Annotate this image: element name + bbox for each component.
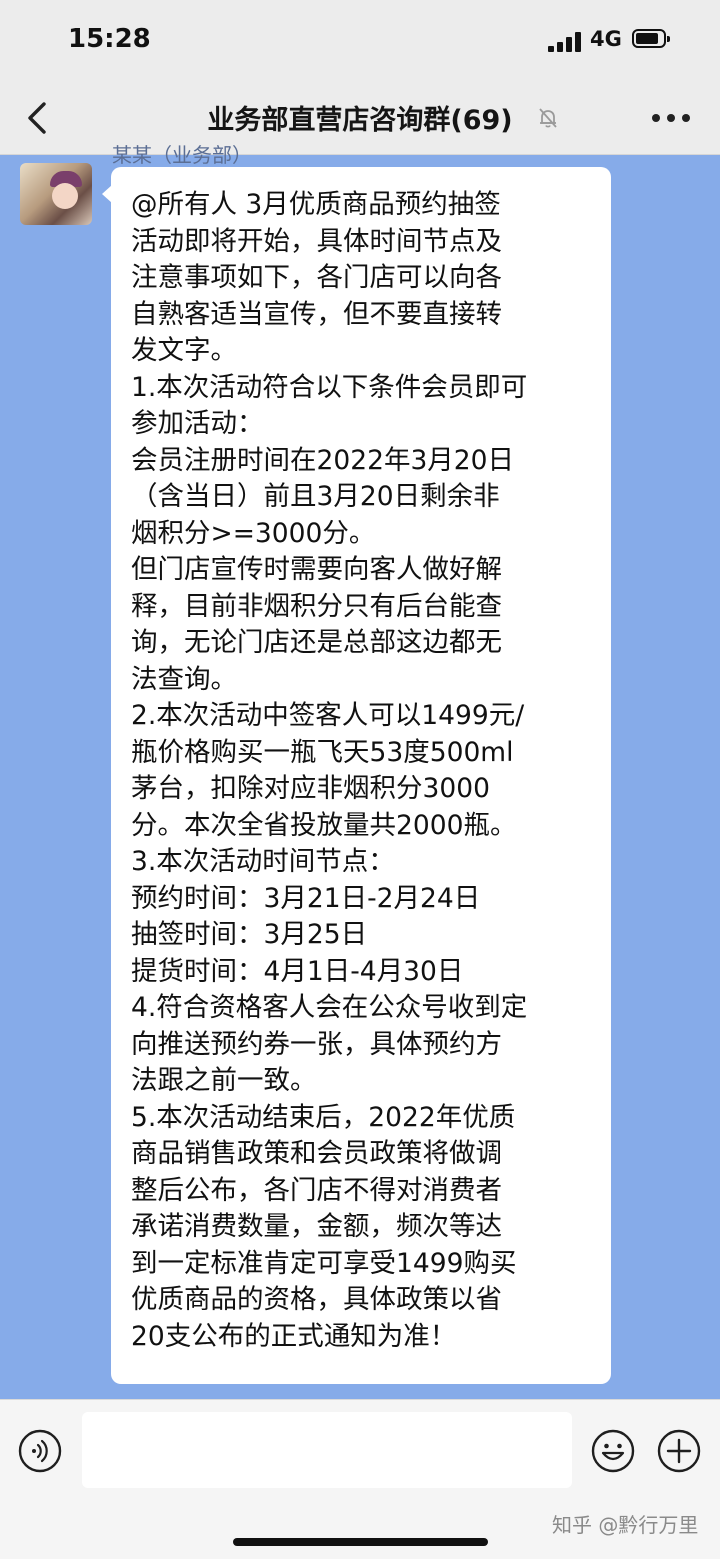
network-type: 4G — [590, 27, 622, 51]
message-line: 4.符合资格客人会在公众号收到定 — [131, 992, 528, 1023]
message-line: 整后公布，各门店不得对消费者 — [131, 1174, 502, 1206]
message-line: （含当日）前且3月20日剩余非 — [131, 481, 500, 512]
message-line: 商品销售政策和会员政策将做调 — [131, 1138, 502, 1169]
message-line: @所有人 3月优质商品预约抽签 — [131, 189, 501, 220]
message-line: 2.本次活动中签客人可以1499元/ — [131, 700, 525, 731]
message-line: 承诺消费数量，金额，频次等达 — [131, 1211, 502, 1242]
message-line: 向推送预约券一张，具体预约方 — [131, 1028, 502, 1060]
message-line: 但门店宣传时需要向客人做好解 — [131, 554, 502, 585]
input-bar: 知乎 @黔行万里 — [0, 1399, 720, 1559]
chevron-left-icon[interactable] — [22, 98, 58, 138]
message-input[interactable] — [82, 1412, 572, 1488]
message-line: 提货时间：4月1日-4月30日 — [131, 955, 464, 987]
message-line: 发文字。 — [131, 335, 237, 366]
message-line: 分。本次全省投放量共2000瓶。 — [131, 809, 517, 841]
message-line: 20支公布的正式通知为准！ — [131, 1320, 457, 1352]
message-line: 预约时间：3月21日-2月24日 — [131, 882, 481, 914]
message-line: 到一定标准肯定可享受1499购买 — [131, 1247, 517, 1279]
watermark: 知乎 @黔行万里 — [552, 1513, 699, 1537]
message-line: 参加活动： — [131, 408, 264, 439]
home-indicator[interactable] — [233, 1538, 488, 1546]
message-line: 会员注册时间在2022年3月20日 — [131, 444, 515, 476]
message-line: 活动即将开始，具体时间节点及 — [131, 225, 502, 257]
message-line: 1.本次活动符合以下条件会员即可 — [131, 371, 528, 403]
chat-title: 业务部直营店咨询群(69) — [207, 105, 513, 136]
plus-icon[interactable] — [657, 1429, 701, 1473]
message-line: 释，目前非烟积分只有后台能查 — [131, 590, 502, 622]
message-line: 5.本次活动结束后，2022年优质 — [131, 1101, 516, 1133]
more-dots-icon[interactable] — [652, 114, 692, 124]
status-bar: 15:28 4G — [0, 0, 720, 82]
message-line: 茅台，扣除对应非烟积分3000 — [131, 773, 490, 804]
signal-icon — [548, 32, 582, 52]
avatar[interactable] — [20, 163, 92, 225]
message-line: 自熟客适当宣传，但不要直接转 — [131, 298, 502, 330]
message-line: 法跟之前一致。 — [131, 1065, 317, 1096]
voice-icon[interactable] — [18, 1429, 62, 1473]
message-line: 询，无论门店还是总部这边都无 — [131, 627, 502, 658]
bell-muted-icon — [536, 106, 560, 130]
message-line: 抽签时间：3月25日 — [131, 919, 368, 950]
status-time: 15:28 — [68, 24, 151, 54]
message-line: 烟积分>=3000分。 — [131, 517, 376, 549]
sender-name: 某某（业务部） — [112, 143, 252, 167]
nav-bar: 业务部直营店咨询群(69) — [0, 82, 720, 155]
message-bubble[interactable]: @所有人 3月优质商品预约抽签 活动即将开始，具体时间节点及 注意事项如下，各门店可… — [111, 167, 611, 1384]
message-line: 注意事项如下，各门店可以向各 — [131, 262, 502, 293]
chat-area[interactable]: 某某（业务部） @所有人 3月优质商品预约抽签 活动即将开始，具体时间节点及 注意事… — [0, 143, 720, 1399]
battery-icon — [632, 29, 670, 48]
message-line: 法查询。 — [131, 663, 237, 695]
emoji-icon[interactable] — [591, 1429, 635, 1473]
message-line: 瓶价格购买一瓶飞天53度500ml — [131, 736, 514, 768]
message-line: 优质商品的资格，具体政策以省 — [131, 1284, 502, 1315]
message-line: 3.本次活动时间节点： — [131, 846, 395, 877]
avatar-face — [52, 183, 78, 209]
